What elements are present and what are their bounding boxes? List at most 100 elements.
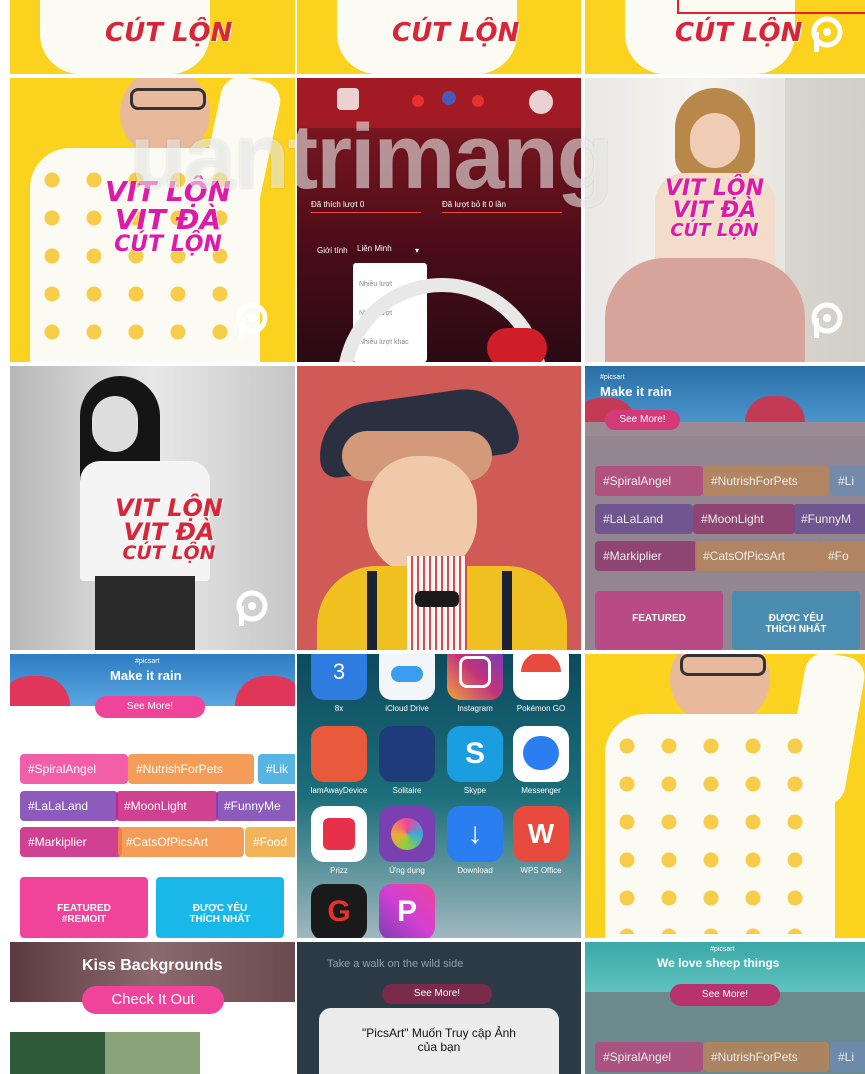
hashtag-chip[interactable]: #CatsOfPicsArt [695, 541, 821, 571]
hashtag-chip[interactable]: #Lik [258, 754, 295, 784]
grid-tile-r4c0[interactable]: Kiss Backgrounds Check It Out [10, 942, 295, 1074]
hashtag-chip[interactable]: #FunnyMe [216, 791, 295, 821]
grid-tile-r2c2[interactable]: #picsart Make it rain See More! #SpiralA… [585, 366, 865, 650]
header-badge-icon [529, 90, 553, 114]
hashtag-chip[interactable]: #Markiplier [20, 827, 122, 857]
thumbnail [10, 1032, 105, 1074]
chevron-down-icon: ▾ [415, 246, 420, 255]
grid-tile-r3c2[interactable] [585, 654, 865, 938]
prizz-icon[interactable] [311, 806, 367, 862]
folder-icon[interactable] [379, 806, 435, 862]
see-more-button[interactable]: See More! [605, 410, 680, 430]
jeans [95, 576, 195, 650]
header-dot-icon [472, 95, 484, 107]
hashtag-chip[interactable]: #LaLaLand [595, 504, 693, 534]
shirt-caption: VIT LỘN VIT ĐÀ CÚT LỘN [115, 494, 224, 564]
most-liked-button[interactable]: ĐƯỢC YÊU THÍCH NHẤT [156, 877, 284, 938]
person-face [92, 396, 138, 452]
hashtag-chip[interactable]: #SpiralAngel [595, 466, 703, 496]
grid-tile-r4c2[interactable]: #picsart We love sheep things See More! … [585, 942, 865, 1074]
instagram-icon[interactable] [447, 654, 503, 700]
check-it-out-button[interactable]: Check It Out [82, 986, 224, 1014]
grid-tile-r2c1[interactable] [297, 366, 581, 650]
camera-outline [459, 656, 491, 688]
grid-tile-r1c2[interactable]: VIT LỘN VIT ĐÀ CÚT LỘN [585, 78, 865, 362]
pokemon-go-icon[interactable] [513, 654, 569, 700]
hashtag-chip[interactable]: #LaLaLand [20, 791, 118, 821]
icloud-drive-icon[interactable] [379, 654, 435, 700]
hashtag-chip[interactable]: #Markiplier [595, 541, 697, 571]
suspender [502, 571, 512, 650]
gender-label: Giới tính [317, 246, 348, 255]
banner-small: #picsart [600, 374, 625, 381]
grid-tile-r2c0[interactable]: VIT LỘN VIT ĐÀ CÚT LỘN [10, 366, 295, 650]
hashtag-chip[interactable]: #SpiralAngel [20, 754, 128, 784]
header-dot-icon [412, 95, 424, 107]
hashtag-chip[interactable]: #Li [830, 466, 865, 496]
dots [615, 734, 825, 934]
garena-icon[interactable]: G [311, 884, 367, 938]
grid-tile-r1c0[interactable]: VIT LỘN VIT ĐÀ CÚT LỘN [10, 78, 295, 362]
see-more-button[interactable]: See More! [670, 984, 780, 1006]
banner-title: Make it rain [110, 668, 182, 683]
banner-title: We love sheep things [657, 956, 780, 970]
app-label: WPS Office [520, 866, 562, 875]
hashtag-chip[interactable]: #MoonLight [116, 791, 218, 821]
person-face [690, 113, 740, 168]
permission-dialog[interactable]: "PicsArt" Muốn Truy cập Ảnh của bạn [319, 1008, 559, 1074]
grid-tile-r0c0[interactable]: CÚT LỘN [10, 0, 295, 74]
picsart-logo-icon [236, 302, 268, 338]
pokeball [521, 654, 561, 672]
app-label: Pokémon GO [516, 704, 566, 713]
settings-field-1: Đã thích lượt 0 [311, 200, 365, 209]
most-liked-button[interactable]: ĐƯỢC YÊU THÍCH NHẤT [732, 591, 860, 650]
grid-tile-r3c0[interactable]: #picsart Make it rain See More! #SpiralA… [10, 654, 295, 938]
cloud-shape [391, 666, 423, 682]
app-icon-8x[interactable]: 3 [311, 654, 367, 700]
hashtag-chip[interactable]: #Li [830, 1042, 865, 1072]
featured-button[interactable]: FEATURED #REMOIT [20, 877, 148, 938]
app-icon-device[interactable] [311, 726, 367, 782]
hashtag-chip[interactable]: #Food [245, 827, 295, 857]
skype-icon[interactable]: S [447, 726, 503, 782]
glasses [130, 88, 206, 110]
picsart-app-icon[interactable]: P [379, 884, 435, 938]
hashtag-chip[interactable]: #Fo [820, 541, 865, 571]
app-logo-icon [337, 88, 359, 110]
suspender [367, 571, 377, 650]
featured-button[interactable]: FEATURED [595, 591, 723, 650]
banner-title: Make it rain [600, 384, 672, 399]
shirt-caption: VIT LỘN VIT ĐÀ CÚT LỘN [105, 175, 232, 257]
grid-tile-r0c2[interactable]: CÚT LỘN [585, 0, 865, 74]
folder-mark [391, 818, 423, 850]
grid-tile-r0c1[interactable]: CÚT LỘN [297, 0, 581, 74]
selection-outline [677, 0, 865, 14]
solitaire-icon[interactable] [379, 726, 435, 782]
download-icon[interactable]: ↓ [447, 806, 503, 862]
grid-tile-r4c1[interactable]: Take a walk on the wild side See More! "… [297, 942, 581, 1074]
gender-select[interactable]: Liên Minh [357, 244, 392, 253]
grid-tile-r1c1[interactable]: Đã thích lượt 0 Đã lượt bỏ lt 0 lần Giới… [297, 78, 581, 362]
shirt-caption: VIT LỘN VIT ĐÀ CÚT LỘN [665, 176, 765, 241]
header-dot-icon [442, 91, 456, 105]
see-more-button[interactable]: See More! [95, 696, 205, 718]
picsart-logo-icon [811, 302, 843, 338]
hashtag-chip[interactable]: #FunnyM [793, 504, 865, 534]
shirt-caption: CÚT LỘN [392, 18, 520, 48]
hashtag-chip[interactable]: #NutrishForPets [128, 754, 254, 784]
picsart-logo-icon [811, 16, 843, 52]
shirt-caption: CÚT LỘN [105, 18, 233, 48]
bowtie [415, 591, 459, 607]
see-more-button[interactable]: See More! [382, 984, 492, 1004]
hashtag-chip[interactable]: #NutrishForPets [703, 1042, 829, 1072]
hashtag-chip[interactable]: #CatsOfPicsArt [118, 827, 244, 857]
messenger-icon[interactable] [513, 726, 569, 782]
grid-tile-r3c1[interactable]: 3 8x iCloud Drive Instagram Pokémon GO l… [297, 654, 581, 938]
hashtag-chip[interactable]: #NutrishForPets [703, 466, 829, 496]
wheel-red [487, 328, 547, 362]
wps-office-icon[interactable]: W [513, 806, 569, 862]
glasses [680, 654, 766, 676]
hashtag-chip[interactable]: #MoonLight [693, 504, 795, 534]
hashtag-chip[interactable]: #SpiralAngel [595, 1042, 703, 1072]
dim-banner: Take a walk on the wild side [327, 958, 464, 970]
